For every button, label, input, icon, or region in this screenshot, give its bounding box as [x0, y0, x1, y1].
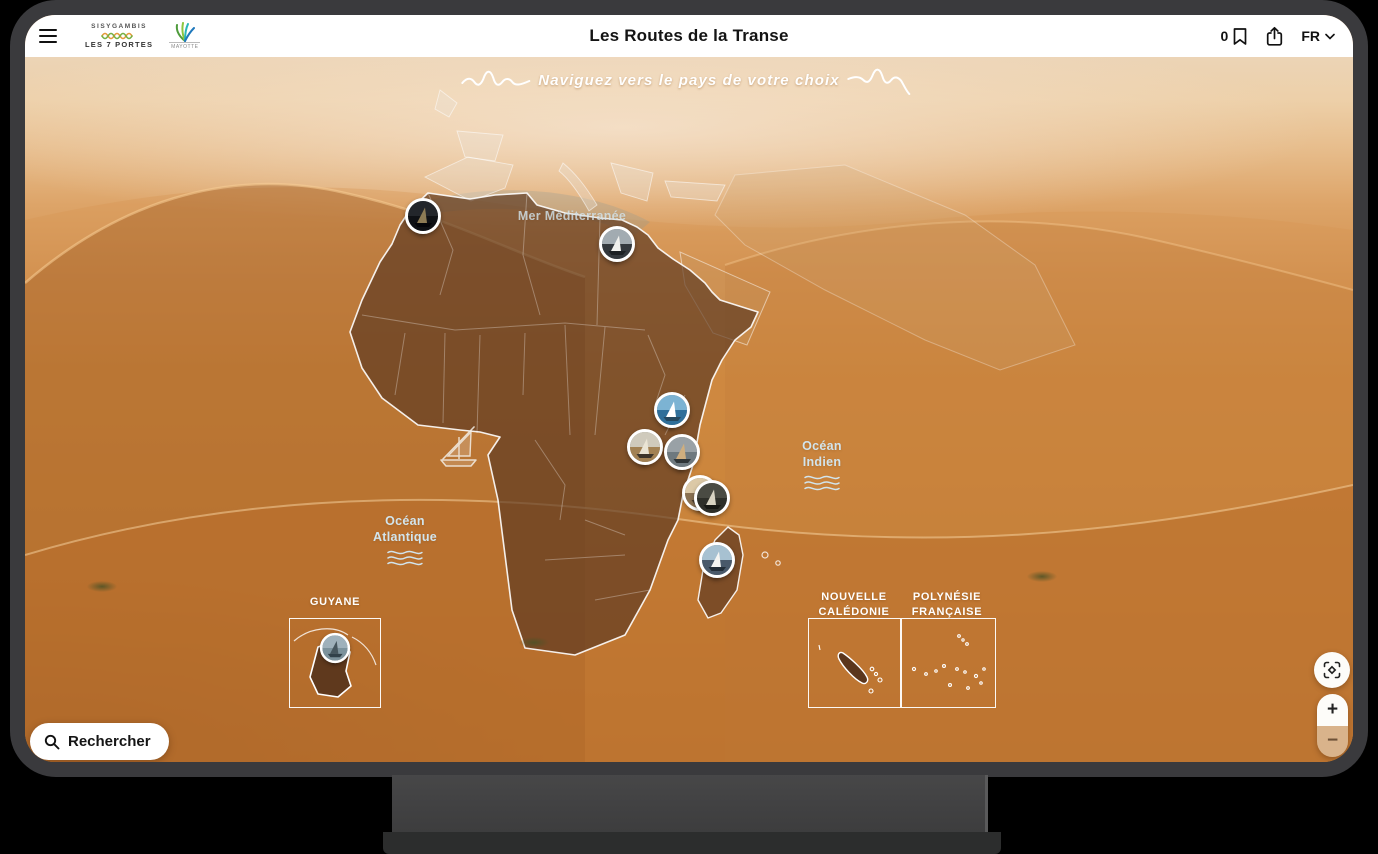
pin-photo — [664, 434, 700, 470]
zoom-controls: + − — [1317, 694, 1348, 757]
pin-photo — [694, 480, 730, 516]
pin-photo — [699, 542, 735, 578]
map-pin-ouganda[interactable] — [627, 429, 663, 481]
partner-label: MAYOTTE — [169, 42, 200, 50]
language-code: FR — [1301, 28, 1320, 44]
magnifier-icon — [44, 734, 60, 750]
zoom-in-button[interactable]: + — [1317, 694, 1348, 726]
monitor-stand-neck — [392, 775, 988, 832]
monitor-stand-base — [383, 832, 1001, 854]
recenter-icon — [1322, 660, 1342, 680]
map-pin-egypte[interactable] — [599, 226, 635, 278]
map-pins-layer — [25, 15, 1353, 762]
map-pin-maroc[interactable] — [405, 198, 441, 250]
bookmarks-button[interactable]: 0 — [1221, 27, 1249, 46]
search-label: Rechercher — [68, 733, 151, 750]
map-tagline: Naviguez vers le pays de votre choix — [460, 63, 917, 97]
bookmark-count: 0 — [1221, 28, 1229, 44]
map-pin-madagascar[interactable] — [699, 542, 735, 594]
app-screen: Naviguez vers le pays de votre choix Mer… — [25, 15, 1353, 762]
pin-photo — [654, 392, 690, 428]
share-button[interactable] — [1265, 26, 1284, 47]
search-button[interactable]: Rechercher — [30, 723, 169, 760]
tagline-text: Naviguez vers le pays de votre choix — [538, 72, 839, 89]
topbar: SISYGAMBIS LES 7 PORTES MAYOTTE — [25, 15, 1353, 57]
brand-logo-sisygambis[interactable]: SISYGAMBIS LES 7 PORTES — [85, 24, 153, 49]
partner-logo-mayotte[interactable]: MAYOTTE — [169, 22, 200, 50]
pin-photo — [405, 198, 441, 234]
recenter-button[interactable] — [1314, 652, 1350, 688]
language-selector[interactable]: FR — [1301, 28, 1335, 44]
pin-photo — [627, 429, 663, 465]
squiggle-left-icon — [460, 65, 532, 95]
pin-photo — [599, 226, 635, 262]
zoom-out-button[interactable]: − — [1317, 726, 1348, 758]
pin-photo — [320, 633, 350, 663]
squiggle-right-icon — [846, 63, 918, 97]
bookmark-icon — [1232, 27, 1248, 46]
tablet-frame: Naviguez vers le pays de votre choix Mer… — [10, 0, 1368, 777]
map-pin-guyane[interactable] — [320, 633, 350, 677]
share-icon — [1265, 26, 1284, 47]
mayotte-leaves-icon — [173, 22, 197, 42]
chevron-down-icon — [1325, 33, 1335, 40]
brand-bottom-label: LES 7 PORTES — [85, 41, 153, 49]
map-pin-comores[interactable] — [694, 480, 730, 532]
menu-hamburger-icon[interactable] — [39, 21, 69, 51]
app-title: Les Routes de la Transe — [489, 26, 889, 46]
